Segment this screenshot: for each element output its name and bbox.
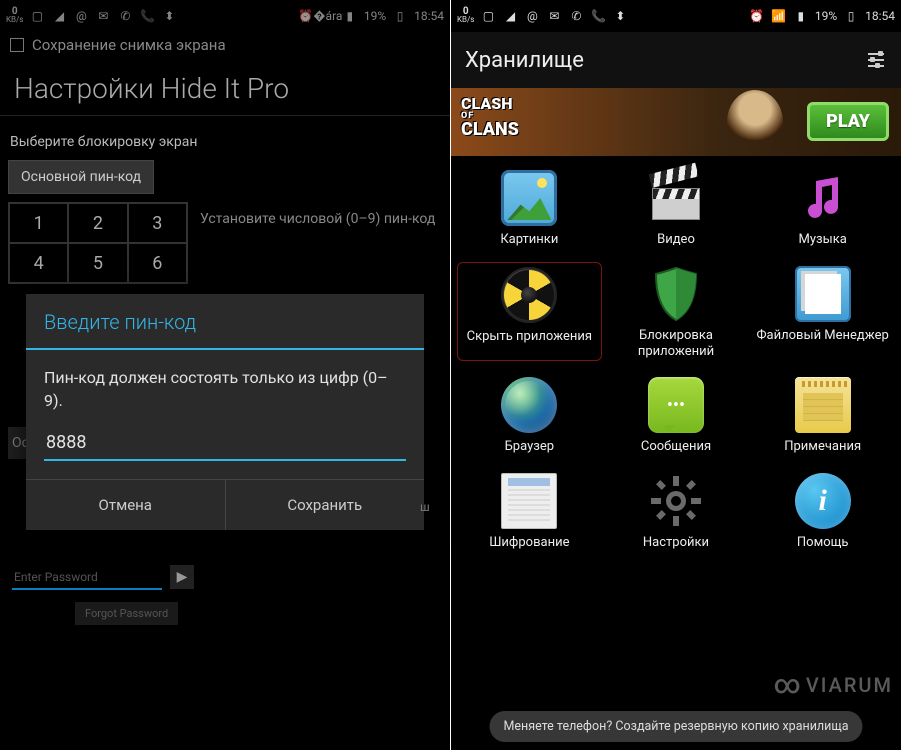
- right-screenshot: 0KB/s ▢ ◢ @ ✉ ✆ 📞 ⬍ ⏰ 📶 ▮ 19% ▯ 18:54 Хр…: [451, 0, 901, 750]
- gallery-icon: ▢: [480, 8, 496, 24]
- pin-input[interactable]: 8888: [44, 428, 406, 461]
- clock: 18:54: [865, 9, 895, 23]
- pictures-app[interactable]: Картинки: [459, 170, 600, 248]
- pin-keypad: 1 2 3 4 5 6: [8, 202, 188, 284]
- left-screenshot: 0KB/s ▢ ◢ @ ✉ ✆ 📞 ⬍ ⏰ �ára ▮ 19% ▯ 18:54…: [0, 0, 450, 750]
- status-bar-right: 0KB/s ▢ ◢ @ ✉ ✆ 📞 ⬍ ⏰ 📶 ▮ 19% ▯ 18:54: [451, 0, 901, 32]
- messages-app[interactable]: ••• Сообщения: [606, 377, 747, 455]
- pictures-icon: [501, 170, 557, 226]
- play-button[interactable]: PLAY: [807, 102, 889, 141]
- settings-sliders-icon[interactable]: [865, 49, 887, 71]
- key-2[interactable]: 2: [68, 203, 127, 243]
- pin-hint: Установите числовой (0–9) пин-код: [200, 210, 438, 228]
- music-icon: [795, 170, 851, 226]
- alarm-icon: ⏰: [749, 8, 765, 24]
- help-app[interactable]: i Помощь: [752, 473, 893, 551]
- file-manager-icon: [795, 266, 851, 322]
- encryption-app[interactable]: Шифрование: [459, 473, 600, 551]
- phone-icon: 📞: [139, 8, 155, 24]
- cancel-button[interactable]: Отмена: [26, 480, 226, 530]
- key-5[interactable]: 5: [68, 243, 127, 283]
- battery-icon: ▯: [392, 8, 408, 24]
- key-3[interactable]: 3: [128, 203, 187, 243]
- forgot-password-link[interactable]: Forgot Password: [75, 602, 178, 625]
- save-button[interactable]: Сохранить: [226, 480, 425, 530]
- alarm-icon: ⏰: [298, 8, 314, 24]
- video-app[interactable]: Видео: [606, 170, 747, 248]
- ad-logo: CLASH OF CLANS: [461, 96, 519, 139]
- ad-character: [727, 90, 783, 154]
- key-6[interactable]: 6: [128, 243, 187, 283]
- music-app[interactable]: Музыка: [752, 170, 893, 248]
- clock: 18:54: [414, 9, 444, 23]
- checkbox-icon: [10, 38, 24, 52]
- infinity-icon: ∞: [774, 670, 803, 700]
- kbs-indicator: 0KB/s: [457, 8, 474, 24]
- notes-icon: [795, 377, 851, 433]
- mail-icon: ✉: [546, 8, 562, 24]
- at-icon: @: [524, 8, 540, 24]
- battery-pct: 19%: [364, 9, 386, 23]
- backup-toast[interactable]: Меняете телефон? Создайте резервную копи…: [489, 711, 862, 742]
- key-1[interactable]: 1: [9, 203, 68, 243]
- password-input[interactable]: Enter Password: [12, 566, 162, 590]
- message-icon: •••: [648, 377, 704, 433]
- chart-icon: ⬍: [161, 8, 177, 24]
- notes-app[interactable]: Примечания: [752, 377, 893, 455]
- cell-icon: ▮: [793, 8, 809, 24]
- section-subtitle: Выберите блокировку экран: [0, 122, 450, 162]
- signal-icon: ◢: [502, 8, 518, 24]
- key-4[interactable]: 4: [9, 243, 68, 283]
- dialog-title: Введите пин-код: [26, 294, 424, 350]
- hide-apps-app[interactable]: Скрыть приложения: [457, 262, 602, 361]
- pin-dialog: Введите пин-код Пин-код должен состоять …: [26, 294, 424, 530]
- dialog-message: Пин-код должен состоять только из цифр (…: [26, 350, 424, 420]
- primary-pin-tab[interactable]: Основной пин-код: [8, 160, 154, 194]
- kbs-indicator: 0KB/s: [6, 8, 23, 24]
- truncated-text: ш: [420, 500, 426, 520]
- viber-icon: ✆: [117, 8, 133, 24]
- app-lock-app[interactable]: Блокировка приложений: [606, 266, 747, 359]
- video-icon: [648, 170, 704, 226]
- at-icon: @: [73, 8, 89, 24]
- cell-icon: ▮: [342, 8, 358, 24]
- phone-icon: 📞: [590, 8, 606, 24]
- settings-app[interactable]: Настройки: [606, 473, 747, 551]
- globe-icon: [501, 377, 557, 433]
- shield-icon: [648, 266, 704, 322]
- file-manager-app[interactable]: Файловый Менеджер: [752, 266, 893, 359]
- watermark: ∞ VIARUM: [774, 670, 893, 700]
- ad-banner[interactable]: CLASH OF CLANS PLAY: [451, 88, 901, 156]
- vault-title: Хранилище: [465, 48, 584, 73]
- vault-header: Хранилище: [451, 32, 901, 88]
- browser-app[interactable]: Браузер: [459, 377, 600, 455]
- page-title: Настройки Hide It Pro: [0, 58, 450, 116]
- battery-icon: ▯: [843, 8, 859, 24]
- mail-icon: ✉: [95, 8, 111, 24]
- signal-icon: ◢: [51, 8, 67, 24]
- vault-grid: Картинки Видео Музыка Скрыть приложения …: [451, 156, 901, 551]
- chart-icon: ⬍: [612, 8, 628, 24]
- document-icon: [501, 473, 557, 529]
- info-icon: i: [795, 473, 851, 529]
- submit-arrow-icon[interactable]: ▶: [170, 565, 194, 589]
- wifi-icon: �ára: [320, 8, 336, 24]
- gallery-icon: ▢: [29, 8, 45, 24]
- status-bar-left: 0KB/s ▢ ◢ @ ✉ ✆ 📞 ⬍ ⏰ �ára ▮ 19% ▯ 18:54: [0, 0, 450, 32]
- battery-pct: 19%: [815, 9, 837, 23]
- viber-icon: ✆: [568, 8, 584, 24]
- radiation-icon: [501, 267, 557, 323]
- gear-icon: [648, 473, 704, 529]
- screenshot-saving-toast: Сохранение снимка экрана: [0, 32, 450, 58]
- wifi-icon: 📶: [771, 8, 787, 24]
